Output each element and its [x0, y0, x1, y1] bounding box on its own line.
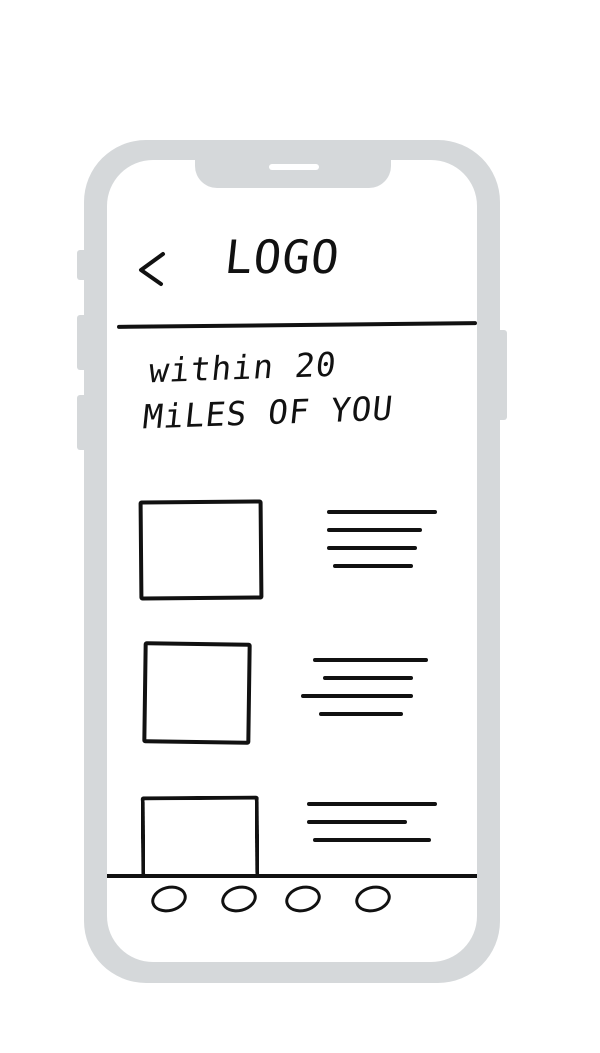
text-line: [327, 510, 437, 514]
list-item-text[interactable]: [297, 510, 437, 582]
text-line: [319, 712, 403, 716]
text-line: [307, 820, 407, 824]
text-line: [327, 546, 417, 550]
list-item-thumbnail[interactable]: [140, 795, 260, 877]
text-line: [323, 676, 413, 680]
section-heading-line-2: MiLES OF YOU: [141, 388, 396, 437]
header-divider: [116, 321, 477, 329]
volume-down-button: [77, 395, 87, 450]
mute-switch: [77, 250, 87, 280]
list-item-thumbnail[interactable]: [138, 499, 264, 601]
text-line: [333, 564, 413, 568]
nav-circle-icon[interactable]: [148, 882, 190, 916]
nav-circle-icon[interactable]: [352, 882, 394, 916]
speaker-grille: [269, 164, 319, 170]
power-button: [497, 330, 507, 420]
text-line: [327, 528, 422, 532]
phone-screen: LOGO within 20 MiLES OF YOU: [107, 160, 477, 962]
text-line: [313, 658, 428, 662]
text-line: [301, 694, 413, 698]
section-heading-line-1: within 20: [146, 344, 339, 391]
list-item-thumbnail[interactable]: [142, 641, 252, 745]
notch: [195, 160, 391, 188]
nav-circle-icon[interactable]: [218, 882, 260, 916]
text-line: [313, 838, 431, 842]
nav-circle-icon[interactable]: [282, 882, 324, 916]
chevron-left-icon[interactable]: [133, 246, 171, 294]
volume-up-button: [77, 315, 87, 370]
list-item-text[interactable]: [297, 802, 437, 856]
bottom-nav-divider: [107, 874, 477, 878]
text-line: [307, 802, 437, 806]
app-logo: LOGO: [222, 230, 343, 284]
list-item-text[interactable]: [297, 658, 437, 730]
